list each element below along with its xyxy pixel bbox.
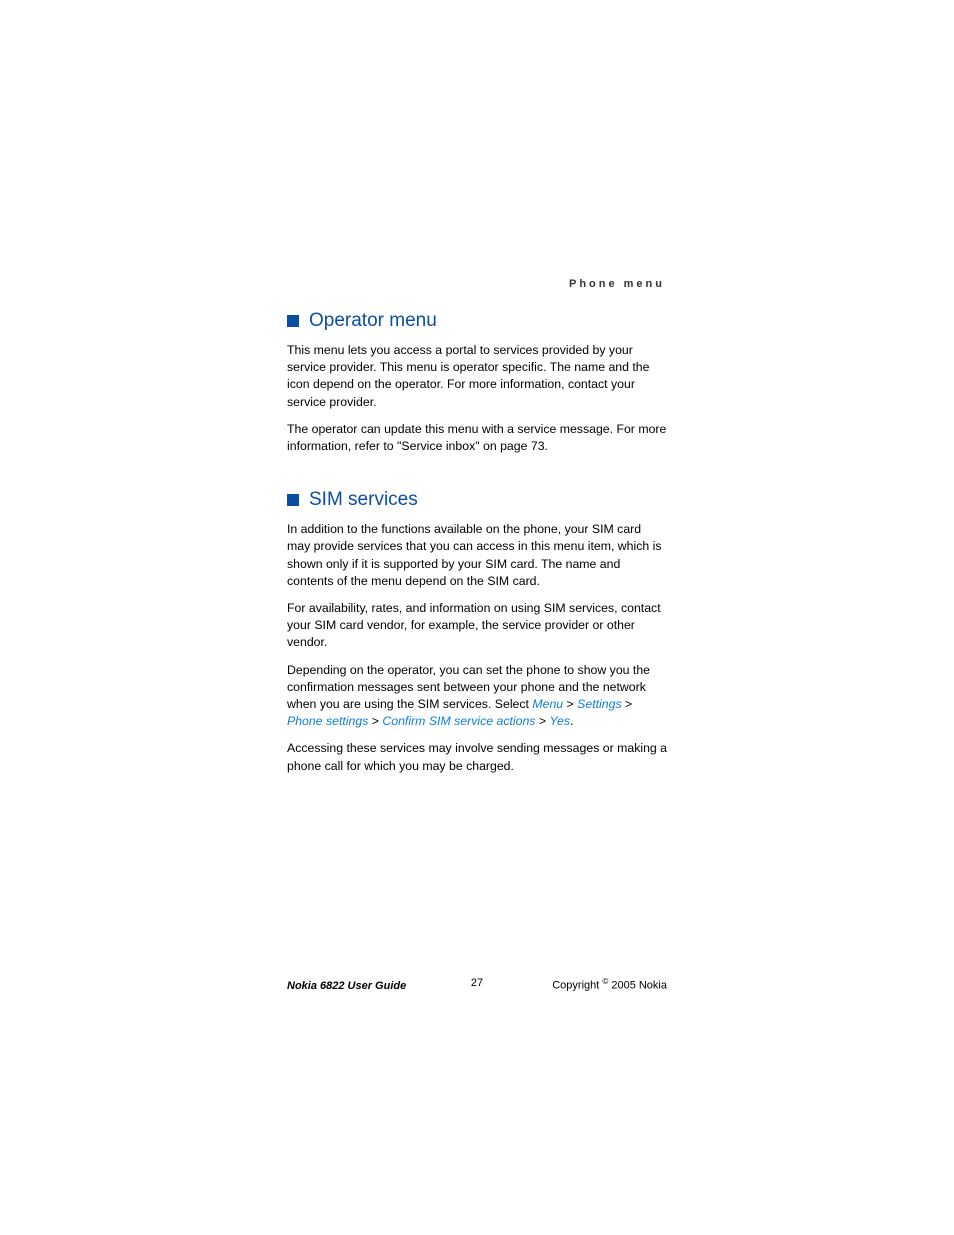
menu-path-link: Settings [577,697,621,711]
gt-separator: > [535,714,549,728]
menu-path-link: Yes [549,714,570,728]
footer-copyright: Copyright © 2005 Nokia [552,977,667,992]
heading-text: Operator menu [309,310,437,332]
gt-separator: > [622,697,633,711]
spacer [287,465,667,483]
section-heading-operator-menu: Operator menu [287,310,667,332]
menu-path-link: Confirm SIM service actions [382,714,535,728]
menu-path-link: Menu [532,697,563,711]
gt-separator: > [368,714,382,728]
page-content: Phone menu Operator menu This menu lets … [287,278,667,785]
paragraph: Accessing these services may involve sen… [287,740,667,774]
gt-separator: > [563,697,577,711]
page-footer: Nokia 6822 User Guide 27 Copyright © 200… [287,977,667,992]
bullet-square-icon [287,315,299,327]
page-header-label: Phone menu [287,278,667,290]
footer-guide-title: Nokia 6822 User Guide [287,980,406,992]
heading-text: SIM services [309,489,418,511]
paragraph: For availability, rates, and information… [287,600,667,652]
section-heading-sim-services: SIM services [287,489,667,511]
para-suffix: . [570,714,573,728]
paragraph: This menu lets you access a portal to se… [287,342,667,411]
bullet-square-icon [287,494,299,506]
copyright-suffix: 2005 Nokia [608,980,667,992]
paragraph: In addition to the functions available o… [287,521,667,590]
copyright-prefix: Copyright [552,980,602,992]
paragraph-with-links: Depending on the operator, you can set t… [287,662,667,731]
paragraph: The operator can update this menu with a… [287,421,667,455]
menu-path-link: Phone settings [287,714,368,728]
footer-page-number: 27 [471,977,483,989]
